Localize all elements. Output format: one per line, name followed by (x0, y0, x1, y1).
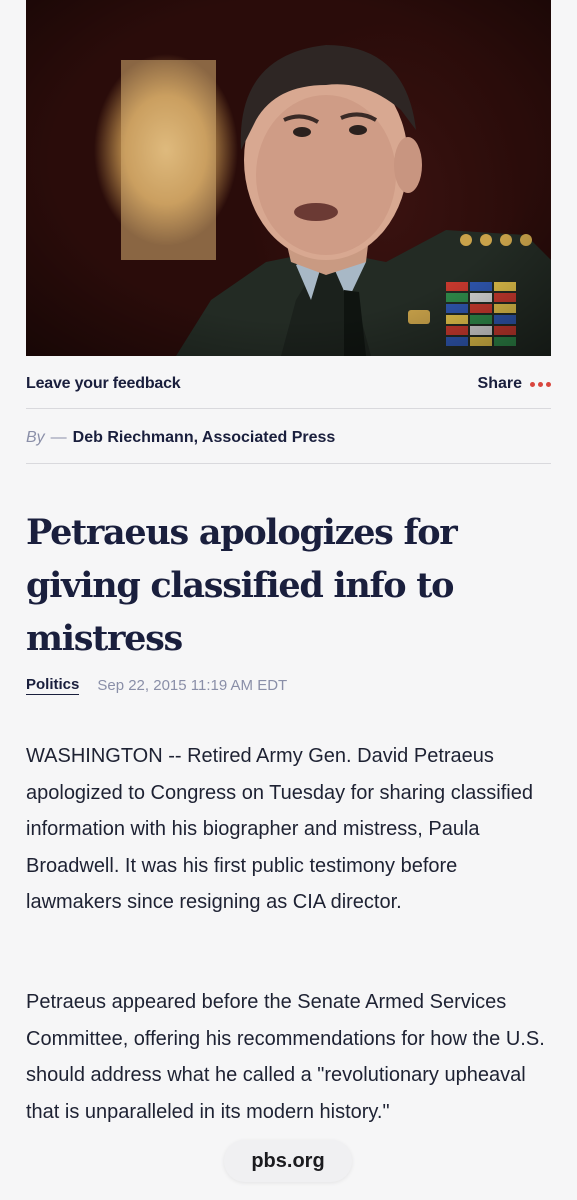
hero-illustration (26, 0, 551, 356)
divider-top (26, 408, 551, 409)
share-button[interactable]: Share (478, 375, 551, 393)
more-dots-icon[interactable] (530, 381, 551, 387)
category-link[interactable]: Politics (26, 676, 80, 695)
article-headline: Petraeus apologizes for giving classifie… (26, 512, 458, 659)
article-paragraph: Petraeus appeared before the Senate Arme… (26, 991, 545, 1123)
leave-feedback-link[interactable]: Leave your feedback (26, 375, 181, 393)
article-meta: Politics Sep 22, 2015 11:19 AM EDT (26, 676, 287, 695)
divider-bottom (26, 463, 551, 464)
article-hero-photo (26, 0, 551, 356)
byline-dash: — (50, 429, 67, 446)
share-label[interactable]: Share (478, 375, 522, 393)
byline: By — Deb Riechmann, Associated Press (26, 426, 335, 450)
byline-prefix: By (26, 429, 45, 446)
article-actions-row: Leave your feedback Share (26, 370, 551, 398)
byline-author-link[interactable]: Deb Riechmann, Associated Press (73, 429, 336, 447)
publish-date: Sep 22, 2015 11:19 AM EDT (97, 677, 288, 694)
article-paragraph: WASHINGTON -- Retired Army Gen. David Pe… (26, 745, 533, 913)
browser-url-pill[interactable]: pbs.org (224, 1140, 352, 1182)
